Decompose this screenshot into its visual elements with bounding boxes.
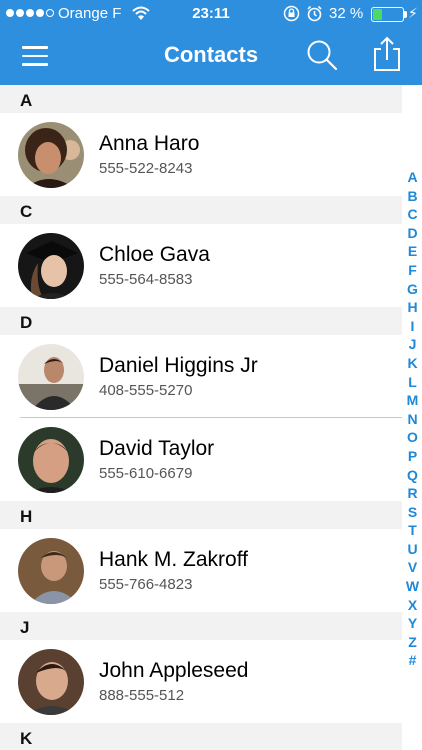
index-letter[interactable]: L [403, 373, 422, 392]
share-button[interactable] [370, 36, 404, 72]
index-letter[interactable]: U [403, 540, 422, 559]
index-letter[interactable]: D [403, 224, 422, 243]
index-letter[interactable]: T [403, 521, 422, 540]
index-letter[interactable]: W [403, 577, 422, 596]
rotation-lock-icon [283, 5, 300, 26]
index-letter[interactable]: M [403, 391, 422, 410]
index-letter[interactable]: K [403, 354, 422, 373]
index-letter[interactable]: S [403, 503, 422, 522]
index-letter[interactable]: E [403, 242, 422, 261]
page-title: Contacts [163, 42, 259, 67]
share-icon [374, 36, 400, 71]
avatar [18, 538, 84, 604]
avatar [18, 122, 84, 188]
alarm-clock-icon [306, 5, 323, 26]
contact-name: David Taylor [99, 437, 215, 460]
contact-name: Daniel Higgins Jr [99, 354, 258, 377]
section-index[interactable]: A B C D E F G H I J K L M N O P Q R S T U V W X Y Z # [403, 168, 422, 670]
contact-phone: 888-555-512 [99, 687, 185, 704]
contact-name: Hank M. Zakroff [99, 548, 248, 571]
contact-row-anna-haro[interactable]: Anna Haro 555-522-8243 [0, 113, 402, 196]
section-header-k: K [0, 723, 402, 750]
search-icon [307, 40, 338, 71]
contact-name: Chloe Gava [99, 243, 210, 266]
index-letter[interactable]: Y [403, 614, 422, 633]
avatar [18, 427, 84, 493]
index-letter[interactable]: O [403, 428, 422, 447]
section-header-j: J [0, 612, 402, 640]
charging-bolt-icon: ⚡ [408, 5, 418, 21]
contact-row-john-appleseed[interactable]: John Appleseed 888-555-512 [0, 640, 402, 723]
index-letter[interactable]: I [403, 317, 422, 336]
nav-bar: Contacts [0, 28, 422, 85]
search-button[interactable] [305, 38, 339, 72]
status-bar: Orange F 23:11 32 % ⚡ [0, 0, 422, 28]
index-letter[interactable]: N [403, 410, 422, 429]
index-letter[interactable]: R [403, 484, 422, 503]
battery-tip [404, 11, 407, 18]
index-letter[interactable]: X [403, 596, 422, 615]
battery-percent: 32 % [329, 5, 364, 22]
index-letter[interactable]: V [403, 558, 422, 577]
index-letter[interactable]: B [403, 187, 422, 206]
contact-phone: 408-555-5270 [99, 382, 193, 399]
avatar [18, 233, 84, 299]
battery-fill [373, 9, 382, 20]
avatar [18, 649, 84, 715]
index-letter[interactable]: F [403, 261, 422, 280]
section-header-a: A [0, 85, 402, 113]
contact-phone: 555-766-4823 [99, 576, 193, 593]
index-letter[interactable]: P [403, 447, 422, 466]
contact-row-chloe-gava[interactable]: Chloe Gava 555-564-8583 [0, 224, 402, 307]
section-header-d: D [0, 307, 402, 335]
contact-row-hank-m-zakroff[interactable]: Hank M. Zakroff 555-766-4823 [0, 529, 402, 612]
index-letter[interactable]: H [403, 298, 422, 317]
contact-row-daniel-higgins-jr[interactable]: Daniel Higgins Jr 408-555-5270 [0, 335, 402, 418]
battery-icon [371, 7, 404, 22]
contact-phone: 555-610-6679 [99, 465, 193, 482]
contact-name: Anna Haro [99, 132, 200, 155]
section-header-c: C [0, 196, 402, 224]
index-letter[interactable]: Z [403, 633, 422, 652]
app-header: Orange F 23:11 32 % ⚡ Contacts [0, 0, 422, 85]
avatar [18, 344, 84, 410]
index-letter[interactable]: A [403, 168, 422, 187]
contact-phone: 555-522-8243 [99, 160, 193, 177]
contacts-list: A Anna Haro 555-522-8243 C Chloe Gava 55… [0, 85, 422, 750]
index-letter[interactable]: Q [403, 466, 422, 485]
index-letter[interactable]: # [403, 651, 422, 670]
index-letter[interactable]: G [403, 280, 422, 299]
contact-name: John Appleseed [99, 659, 249, 682]
contact-phone: 555-564-8583 [99, 271, 193, 288]
index-letter[interactable]: C [403, 205, 422, 224]
contact-row-david-taylor[interactable]: David Taylor 555-610-6679 [0, 418, 402, 501]
section-header-h: H [0, 501, 402, 529]
index-letter[interactable]: J [403, 335, 422, 354]
